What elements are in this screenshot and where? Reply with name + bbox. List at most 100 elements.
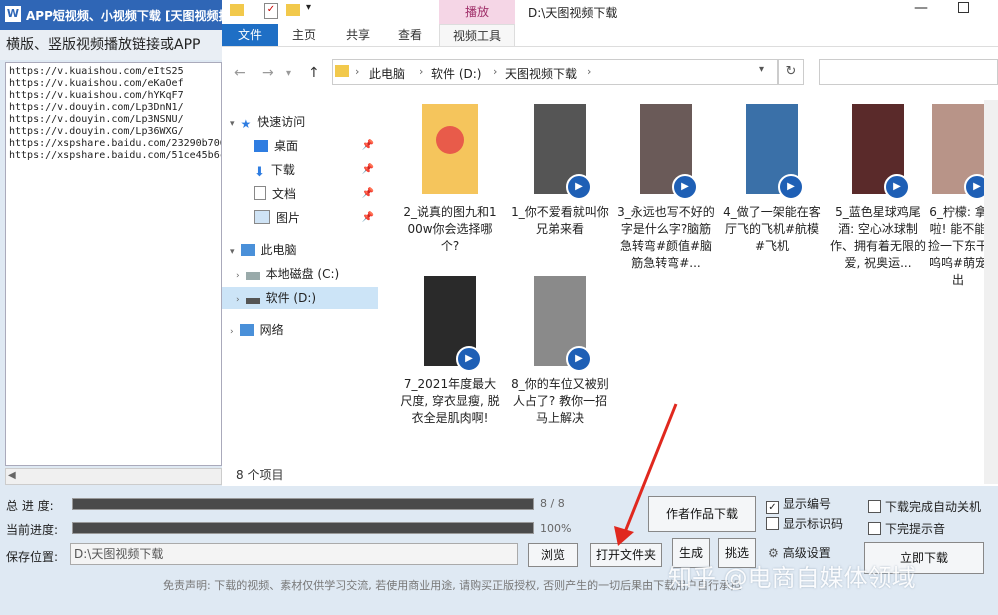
- pin-icon[interactable]: 📌: [362, 207, 374, 229]
- file-item[interactable]: ▶ 6_柠檬: 拿啦! 能不能捡一下东干呜呜#萌宠出: [928, 104, 988, 289]
- tab-share[interactable]: 共享: [340, 24, 376, 46]
- download-icon: ⬇: [254, 165, 265, 180]
- file-name: 3_永远也写不好的字是什么字?脑筋急转弯#颜值#脑筋急转弯#...: [617, 205, 715, 270]
- disclaimer-text: 免责声明: 下载的视频、素材仅供学习交流, 若使用商业用途, 请购买正版授权, …: [163, 579, 742, 592]
- file-item[interactable]: ▶ 4_做了一架能在客厅飞的飞机#航模#飞机: [722, 104, 822, 255]
- file-item[interactable]: ▶ 5_蓝色星球鸡尾酒: 空心冰球制作、拥有着无限的爱, 祝奥运...: [828, 104, 928, 272]
- open-folder-button[interactable]: 打开文件夹: [590, 543, 662, 567]
- expand-icon[interactable]: ›: [236, 295, 240, 305]
- nav-label: 图片: [276, 211, 301, 225]
- picture-icon: [254, 210, 270, 224]
- scroll-left-icon[interactable]: ◀: [8, 470, 16, 481]
- breadcrumb-folder[interactable]: 天图视频下载: [505, 65, 577, 82]
- nav-label: 快速访问: [257, 115, 306, 129]
- folder-thumbnail-icon: [422, 104, 478, 194]
- video-player-icon: ▶: [672, 174, 698, 200]
- url-line: https://v.douyin.com/Lp3NSNU/: [9, 114, 184, 125]
- video-thumbnail: ▶: [534, 276, 592, 372]
- nav-desktop[interactable]: 桌面 📌: [254, 135, 378, 157]
- breadcrumb-drive-d[interactable]: 软件 (D:): [431, 65, 481, 82]
- checkbox-icon[interactable]: [766, 517, 779, 530]
- file-item[interactable]: ▶ 1_你不爱看就叫你兄弟来看: [510, 104, 610, 238]
- nav-this-pc[interactable]: ▾ 此电脑: [230, 239, 378, 261]
- breadcrumb-separator-icon[interactable]: ›: [355, 65, 359, 78]
- file-item[interactable]: 2_说真的图九和100w你会选择哪个?: [400, 104, 500, 255]
- file-name: 8_你的车位又被别人占了? 教你一招马上解决: [511, 377, 609, 425]
- horizontal-scrollbar[interactable]: ◀: [5, 468, 222, 485]
- download-control-panel: 总 进 度: 8 / 8 当前进度: 100% 保存位置: D:\天图视频下载 …: [0, 486, 998, 615]
- breadcrumb-this-pc[interactable]: 此电脑: [369, 65, 405, 82]
- pin-icon[interactable]: 📌: [362, 159, 374, 181]
- expand-icon[interactable]: ▾: [230, 247, 235, 257]
- file-name: 1_你不爱看就叫你兄弟来看: [511, 205, 609, 236]
- new-folder-icon[interactable]: [286, 4, 300, 16]
- expand-icon[interactable]: ›: [236, 271, 240, 281]
- folder-icon[interactable]: [230, 4, 244, 16]
- properties-icon[interactable]: ✓: [264, 3, 278, 19]
- search-input[interactable]: [819, 59, 998, 85]
- minimize-icon[interactable]: —: [914, 0, 928, 16]
- tab-home[interactable]: 主页: [286, 24, 322, 46]
- file-explorer-window: ✓ ▾ 播放 D:\天图视频下载 — 文件 主页 共享 查看 视频工具 ← → …: [222, 0, 998, 486]
- address-dropdown-icon[interactable]: ▾: [759, 64, 764, 75]
- checkbox-icon[interactable]: [868, 522, 881, 535]
- up-icon[interactable]: ↑: [308, 65, 320, 81]
- url-line: https://v.kuaishou.com/eItS25: [9, 66, 184, 77]
- nav-label: 桌面: [274, 139, 299, 153]
- save-path-input[interactable]: D:\天图视频下载: [70, 543, 518, 565]
- back-icon[interactable]: ←: [234, 65, 246, 81]
- nav-downloads[interactable]: ⬇ 下载 📌: [254, 159, 378, 181]
- video-thumbnail: ▶: [534, 104, 592, 200]
- nav-drive-d[interactable]: › 软件 (D:): [222, 287, 378, 309]
- nav-quick-access[interactable]: ▾ ★ 快速访问: [230, 111, 378, 133]
- address-row: ← → ▾ ↑ › 此电脑 › 软件 (D:) › 天图视频下载 › ▾ ↻: [222, 57, 998, 89]
- checkbox-label: 下载完成自动关机: [885, 500, 982, 514]
- maximize-icon[interactable]: [958, 2, 969, 13]
- pin-icon[interactable]: 📌: [362, 183, 374, 205]
- navigation-pane: ▾ ★ 快速访问 桌面 📌 ⬇ 下载 📌 文档 📌 图片 📌 ▾ 此电脑 › 本地磁盘 (C:) …: [222, 100, 378, 460]
- checkbox-checked-icon[interactable]: ✓: [766, 501, 779, 514]
- nav-drive-c[interactable]: › 本地磁盘 (C:): [236, 263, 378, 285]
- url-line: https://v.douyin.com/Lp36WXG/: [9, 126, 184, 137]
- qat-dropdown-icon[interactable]: ▾: [306, 2, 311, 13]
- browse-button[interactable]: 浏览: [528, 543, 578, 567]
- forward-icon[interactable]: →: [262, 65, 274, 81]
- address-bar[interactable]: › 此电脑 › 软件 (D:) › 天图视频下载 › ▾: [332, 59, 778, 85]
- show-id-checkbox[interactable]: 显示标识码: [766, 515, 843, 532]
- file-item[interactable]: ▶ 8_你的车位又被别人占了? 教你一招马上解决: [510, 276, 610, 427]
- completion-sound-checkbox[interactable]: 下完提示音: [868, 520, 945, 537]
- breadcrumb-separator-icon[interactable]: ›: [419, 65, 423, 78]
- nav-pictures[interactable]: 图片 📌: [254, 207, 378, 229]
- recent-dropdown-icon[interactable]: ▾: [286, 68, 291, 79]
- breadcrumb-separator-icon[interactable]: ›: [587, 65, 591, 78]
- tab-video-tools[interactable]: 视频工具: [439, 24, 515, 46]
- author-works-download-button[interactable]: 作者作品下载: [648, 496, 756, 532]
- expand-icon[interactable]: ›: [230, 327, 234, 337]
- watermark-text: 知乎 @电商自媒体领域: [668, 564, 916, 592]
- nav-label: 文档: [272, 187, 297, 201]
- vertical-scrollbar[interactable]: [984, 100, 998, 484]
- auto-shutdown-checkbox[interactable]: 下载完成自动关机: [868, 498, 981, 515]
- file-item[interactable]: ▶ 3_永远也写不好的字是什么字?脑筋急转弯#颜值#脑筋急转弯#...: [616, 104, 716, 272]
- file-name: 5_蓝色星球鸡尾酒: 空心冰球制作、拥有着无限的爱, 祝奥运...: [829, 205, 926, 270]
- url-textarea[interactable]: https://v.kuaishou.com/eItS25 https://v.…: [5, 62, 222, 466]
- show-number-checkbox[interactable]: ✓ 显示编号: [766, 495, 831, 514]
- nav-network[interactable]: › 网络: [230, 319, 378, 341]
- total-progress-value: 8 / 8: [540, 497, 565, 510]
- tab-view[interactable]: 查看: [392, 24, 428, 46]
- pin-icon[interactable]: 📌: [362, 135, 374, 157]
- checkbox-icon[interactable]: [868, 500, 881, 513]
- checkbox-label: 显示标识码: [783, 517, 844, 531]
- nav-label: 软件 (D:): [265, 291, 317, 305]
- nav-label: 本地磁盘 (C:): [265, 267, 340, 281]
- total-progress-bar: [72, 498, 534, 510]
- breadcrumb-separator-icon[interactable]: ›: [493, 65, 497, 78]
- app-title-bar: W APP短视频、小视频下载 [天图视频挂: [0, 0, 222, 30]
- url-line: https://xspshare.baidu.com/23290b706: [9, 138, 222, 149]
- file-item[interactable]: ▶ 7_2021年度最大尺度, 穿衣显瘦, 脱衣全是肌肉啊!: [400, 276, 500, 427]
- refresh-icon[interactable]: ↻: [778, 59, 804, 85]
- contextual-tab-play: 播放: [439, 0, 515, 24]
- expand-icon[interactable]: ▾: [230, 119, 235, 129]
- nav-documents[interactable]: 文档 📌: [254, 183, 378, 205]
- tab-file[interactable]: 文件: [222, 24, 278, 46]
